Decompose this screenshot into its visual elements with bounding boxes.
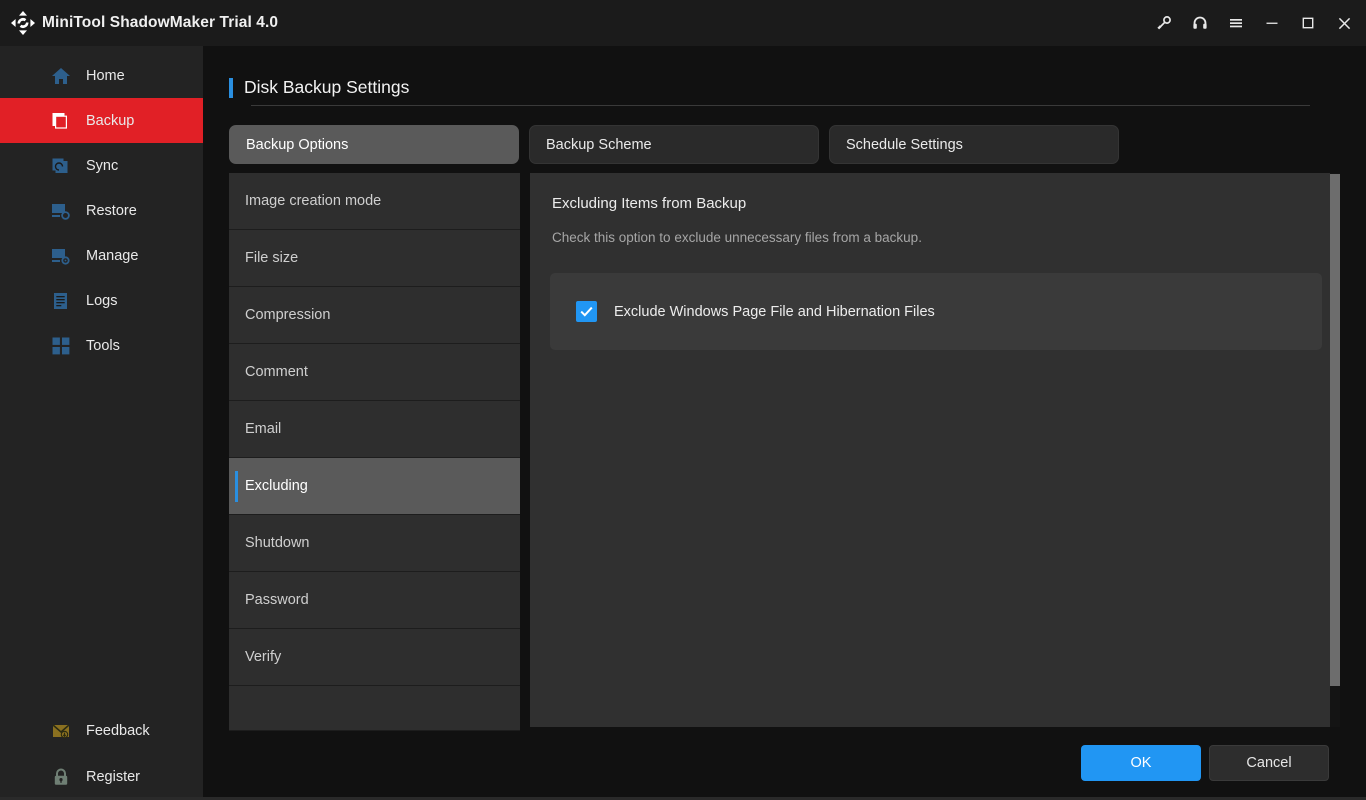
exclude-page-file-checkbox[interactable] <box>576 301 597 322</box>
title-bar: MiniTool ShadowMaker Trial 4.0 <box>0 0 1366 46</box>
title-divider <box>251 105 1310 106</box>
detail-heading: Excluding Items from Backup <box>552 195 747 212</box>
sidebar-item-label: Backup <box>86 112 135 129</box>
detail-scrollbar[interactable] <box>1330 173 1340 727</box>
option-item-blank <box>229 686 520 731</box>
page-title-row: Disk Backup Settings <box>229 77 409 98</box>
sidebar: Home Backup Sync Restore Manage Logs Too… <box>0 46 203 800</box>
home-icon <box>50 65 72 87</box>
ok-button-label: OK <box>1130 755 1152 771</box>
sync-icon <box>50 155 72 177</box>
sidebar-item-label: Restore <box>86 202 137 219</box>
tab-label: Backup Options <box>246 136 349 153</box>
sidebar-item-label: Register <box>86 769 140 785</box>
option-label: Email <box>245 421 282 437</box>
option-label: Excluding <box>245 478 308 494</box>
sidebar-item-home[interactable]: Home <box>0 53 203 98</box>
close-icon[interactable] <box>1326 0 1362 46</box>
sidebar-item-label: Logs <box>86 292 118 309</box>
app-logo <box>0 0 46 46</box>
sidebar-item-label: Tools <box>86 337 120 354</box>
sidebar-item-label: Sync <box>86 157 119 174</box>
tab-backup-scheme[interactable]: Backup Scheme <box>529 125 819 164</box>
main-content: Disk Backup Settings Backup Options Back… <box>203 46 1366 800</box>
options-list: Image creation mode File size Compressio… <box>229 173 520 731</box>
sidebar-item-label: Manage <box>86 247 139 264</box>
option-item-password[interactable]: Password <box>229 572 520 629</box>
tab-label: Schedule Settings <box>846 136 963 153</box>
option-item-image-creation-mode[interactable]: Image creation mode <box>229 173 520 230</box>
cancel-button[interactable]: Cancel <box>1209 745 1329 781</box>
option-label: Compression <box>245 307 331 323</box>
sidebar-bottom-group: Feedback Register <box>0 708 203 800</box>
sidebar-item-logs[interactable]: Logs <box>0 278 203 323</box>
checkmark-icon <box>580 306 593 317</box>
refresh-circular-arrows-icon <box>11 11 35 35</box>
ok-button[interactable]: OK <box>1081 745 1201 781</box>
tab-bar: Backup Options Backup Scheme Schedule Se… <box>229 125 1129 164</box>
minimize-icon[interactable] <box>1254 0 1290 46</box>
cancel-button-label: Cancel <box>1246 755 1292 771</box>
maximize-icon[interactable] <box>1290 0 1326 46</box>
title-accent-bar <box>229 77 233 98</box>
sidebar-item-sync[interactable]: Sync <box>0 143 203 188</box>
app-title: MiniTool ShadowMaker Trial 4.0 <box>42 14 279 31</box>
option-label: Image creation mode <box>245 193 382 209</box>
option-label: Comment <box>245 364 308 380</box>
option-item-excluding[interactable]: Excluding <box>229 458 520 515</box>
option-item-shutdown[interactable]: Shutdown <box>229 515 520 572</box>
scrollbar-thumb[interactable] <box>1330 174 1340 686</box>
sidebar-item-register[interactable]: Register <box>0 754 203 800</box>
envelope-icon <box>50 720 72 742</box>
tab-label: Backup Scheme <box>546 136 652 153</box>
sidebar-top-gap <box>0 46 203 53</box>
detail-panel: Excluding Items from Backup Check this o… <box>530 173 1330 727</box>
tab-backup-options[interactable]: Backup Options <box>229 125 519 164</box>
manage-icon <box>50 245 72 267</box>
option-item-file-size[interactable]: File size <box>229 230 520 287</box>
option-label: Password <box>245 592 309 608</box>
sidebar-item-label: Home <box>86 67 125 84</box>
logs-icon <box>50 290 72 312</box>
tools-icon <box>50 335 72 357</box>
exclude-page-file-label: Exclude Windows Page File and Hibernatio… <box>614 303 935 320</box>
headset-icon[interactable] <box>1182 0 1218 46</box>
tab-schedule-settings[interactable]: Schedule Settings <box>829 125 1119 164</box>
backup-icon <box>50 110 72 132</box>
option-label: File size <box>245 250 299 266</box>
option-item-comment[interactable]: Comment <box>229 344 520 401</box>
sidebar-item-label: Feedback <box>86 723 150 739</box>
option-item-compression[interactable]: Compression <box>229 287 520 344</box>
option-label: Verify <box>245 649 282 665</box>
page-title: Disk Backup Settings <box>244 77 410 97</box>
sidebar-item-backup[interactable]: Backup <box>0 98 203 143</box>
sidebar-item-tools[interactable]: Tools <box>0 323 203 368</box>
option-item-verify[interactable]: Verify <box>229 629 520 686</box>
hamburger-menu-icon[interactable] <box>1218 0 1254 46</box>
key-icon[interactable] <box>1146 0 1182 46</box>
lock-icon <box>50 766 72 788</box>
detail-description: Check this option to exclude unnecessary… <box>552 230 922 245</box>
sidebar-item-restore[interactable]: Restore <box>0 188 203 233</box>
sidebar-item-feedback[interactable]: Feedback <box>0 708 203 754</box>
option-label: Shutdown <box>245 535 310 551</box>
restore-icon <box>50 200 72 222</box>
dialog-footer: OK Cancel <box>1081 745 1329 781</box>
sidebar-item-manage[interactable]: Manage <box>0 233 203 278</box>
exclude-option-row[interactable]: Exclude Windows Page File and Hibernatio… <box>550 273 1322 350</box>
option-item-email[interactable]: Email <box>229 401 520 458</box>
